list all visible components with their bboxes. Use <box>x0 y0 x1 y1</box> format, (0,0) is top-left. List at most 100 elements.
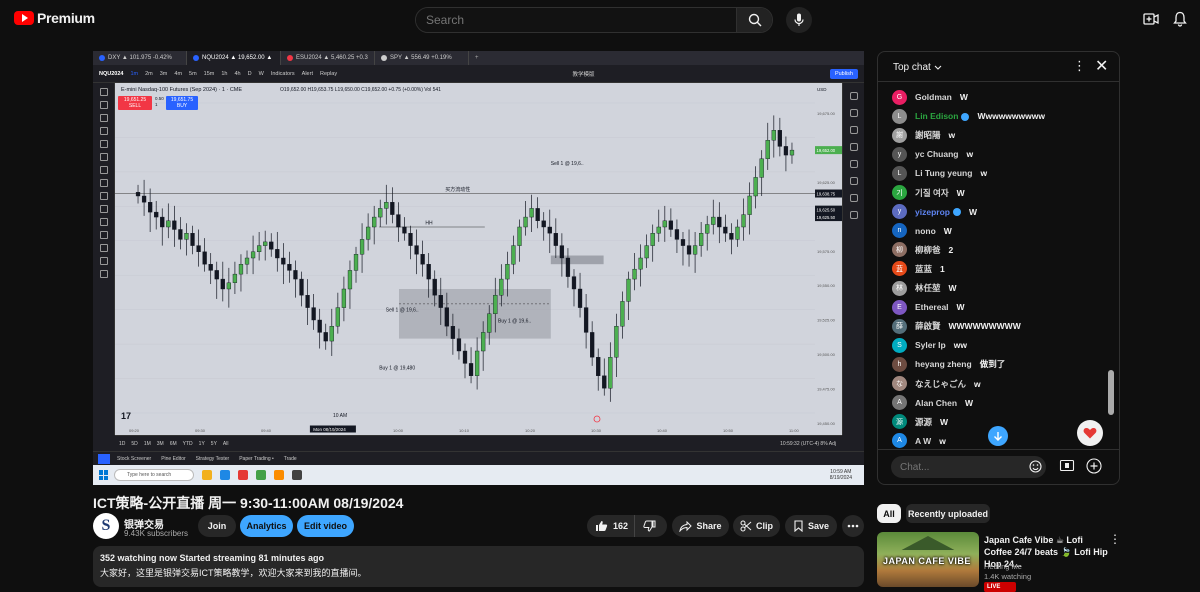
lock-tool-icon[interactable] <box>99 244 108 252</box>
notifications-button[interactable] <box>1173 11 1187 30</box>
timeframe-3m[interactable]: 3m <box>160 71 168 77</box>
candlestick-chart[interactable]: 买方流动性 HH Sell 1 @ 19,6.. Sell 1 @ 19,6.. Buy… <box>115 83 842 435</box>
chat-message[interactable]: n nono W <box>892 223 952 239</box>
chat-author[interactable]: Ethereal <box>915 302 949 312</box>
chat-author[interactable]: 薛啟賢 <box>915 320 941 332</box>
chat-avatar[interactable]: 林 <box>892 280 907 296</box>
browser-tab[interactable]: ESU2024 ▲ 5,460.25 +0.3 <box>281 51 375 65</box>
trash-tool-icon[interactable] <box>99 270 108 278</box>
range-1y[interactable]: 1Y <box>199 441 205 447</box>
youtube-logo[interactable]: Premium <box>14 10 95 26</box>
related-video-channel[interactable]: Healing Me <box>984 562 1022 571</box>
data-window-icon[interactable] <box>849 126 858 134</box>
panel-pine-editor[interactable]: Pine Editor <box>161 456 185 462</box>
search-button[interactable] <box>736 8 772 32</box>
chat-message[interactable]: 柳柳柳爸 2 <box>892 242 953 258</box>
watchlist-icon[interactable] <box>849 92 858 100</box>
taskbar-chrome-icon[interactable] <box>256 470 266 480</box>
search-input[interactable] <box>416 8 736 32</box>
timeframe-4m[interactable]: 4m <box>174 71 182 77</box>
chat-author[interactable]: nono <box>915 226 936 236</box>
chat-author[interactable]: 蓝蓝 <box>915 263 932 275</box>
chat-message[interactable]: AA Ww <box>892 433 946 449</box>
chat-avatar[interactable]: L <box>892 108 907 124</box>
edit-video-button[interactable]: Edit video <box>297 515 354 537</box>
chat-message[interactable]: 林林任堃 W <box>892 280 957 296</box>
sell-button[interactable]: 19,651.25 SELL <box>118 96 152 110</box>
chat-message-list[interactable]: G Goldman W L Lin Edison Wwwwwwwwww 謝謝昭陽 w y yc C… <box>878 89 1119 454</box>
reaction-button[interactable] <box>1077 420 1103 446</box>
description-box[interactable]: 352 watching now Started streaming 81 mi… <box>93 546 864 587</box>
browser-tab[interactable]: NQU2024 ▲ 19,652.00 ▲ <box>187 51 281 65</box>
chat-author[interactable]: なえじゃごん <box>915 378 966 390</box>
chat-message[interactable]: 蓝蓝蓝 1 <box>892 261 945 277</box>
symbol-label[interactable]: NQU2024 <box>99 71 123 77</box>
chat-avatar[interactable]: A <box>892 395 907 411</box>
panel-strategy-tester[interactable]: Strategy Tester <box>196 456 230 462</box>
trendline-tool-icon[interactable] <box>99 101 108 109</box>
analytics-button[interactable]: Analytics <box>240 515 293 537</box>
range-3m[interactable]: 3M <box>157 441 164 447</box>
chat-message[interactable]: L Lin Edison Wwwwwwwwww <box>892 108 1045 124</box>
timeframe-d[interactable]: D <box>248 71 252 77</box>
taskbar-explorer-icon[interactable] <box>202 470 212 480</box>
chat-author[interactable]: Goldman <box>915 92 952 102</box>
chat-author[interactable]: Li Tung yeung <box>915 168 972 178</box>
price-chart[interactable]: 买方流动性 HH Sell 1 @ 19,6.. Sell 1 @ 19,6.. Buy… <box>115 83 842 435</box>
chat-avatar[interactable]: h <box>892 356 907 372</box>
chat-input[interactable] <box>900 458 1000 476</box>
chat-avatar[interactable]: A <box>892 433 907 449</box>
timeframe-2m[interactable]: 2m <box>145 71 153 77</box>
layout-name[interactable]: 教学模版 <box>573 70 595 78</box>
chat-avatar[interactable]: y <box>892 146 907 162</box>
chip-recently-uploaded[interactable]: Recently uploaded <box>906 504 990 523</box>
chat-message[interactable]: ななえじゃごん w <box>892 376 981 392</box>
chat-message[interactable]: h heyang zheng 做到了 <box>892 356 1005 372</box>
streams-icon[interactable] <box>849 211 858 219</box>
panel-toggle-icon[interactable] <box>98 454 110 464</box>
panel-paper-trading[interactable]: Paper Trading • <box>239 456 274 462</box>
chat-message[interactable]: 源源源 W <box>892 414 948 430</box>
magnet-tool-icon[interactable] <box>99 231 108 239</box>
close-icon[interactable]: ✕ <box>1095 56 1108 76</box>
chat-more-icon[interactable]: ⋮ <box>1073 59 1086 72</box>
taskbar-app-icon[interactable] <box>274 470 284 480</box>
timeframe-1h[interactable]: 1h <box>221 71 227 77</box>
create-button[interactable] <box>1143 12 1159 29</box>
hide-tool-icon[interactable] <box>99 257 108 265</box>
clip-button[interactable]: Clip <box>733 515 780 537</box>
crosshair-tool-icon[interactable] <box>99 88 108 96</box>
alerts-icon[interactable] <box>849 109 858 117</box>
join-button[interactable]: Join <box>198 515 236 537</box>
taskbar-search[interactable]: Type here to search <box>114 469 194 481</box>
voice-search-button[interactable] <box>786 7 812 33</box>
timeframe-w[interactable]: W <box>259 71 264 77</box>
new-tab-button[interactable]: + <box>469 55 485 61</box>
range-5y[interactable]: 5Y <box>211 441 217 447</box>
chat-avatar[interactable]: 기 <box>892 185 907 200</box>
range-1m[interactable]: 1M <box>144 441 151 447</box>
chat-message[interactable]: A Alan Chen W <box>892 395 973 411</box>
taskbar-edge-icon[interactable] <box>220 470 230 480</box>
range-all[interactable]: All <box>223 441 229 447</box>
chat-message[interactable]: 기 기질 여자 W <box>892 185 965 201</box>
chat-message[interactable]: L Li Tung yeung w <box>892 165 987 181</box>
chat-author[interactable]: Syler Ip <box>915 340 946 350</box>
share-button[interactable]: Share <box>672 515 729 537</box>
dislike-button[interactable] <box>635 520 656 532</box>
indicators-button[interactable]: Indicators <box>271 71 295 77</box>
taskbar-app-icon[interactable] <box>238 470 248 480</box>
timeframe-4h[interactable]: 4h <box>235 71 241 77</box>
chat-author[interactable]: yc Chuang <box>915 149 958 159</box>
video-player[interactable]: DXY ▲ 101.975 -0.42% NQU2024 ▲ 19,652.00… <box>93 51 864 485</box>
related-video-thumbnail[interactable]: JAPAN CAFE VIBE <box>877 532 979 587</box>
chat-avatar[interactable]: S <box>892 337 907 353</box>
chat-message[interactable]: y yc Chuang w <box>892 146 973 162</box>
ideas-icon[interactable] <box>849 177 858 185</box>
chat-avatar[interactable]: な <box>892 376 907 391</box>
chat-author[interactable]: Alan Chen <box>915 398 957 408</box>
chat-message[interactable]: 薛薛啟賢 WWWWWWWWW <box>892 318 1021 334</box>
chat-avatar[interactable]: 薛 <box>892 318 907 334</box>
chat-message[interactable]: y yizeprop W <box>892 204 977 220</box>
add-button[interactable] <box>1086 458 1102 477</box>
